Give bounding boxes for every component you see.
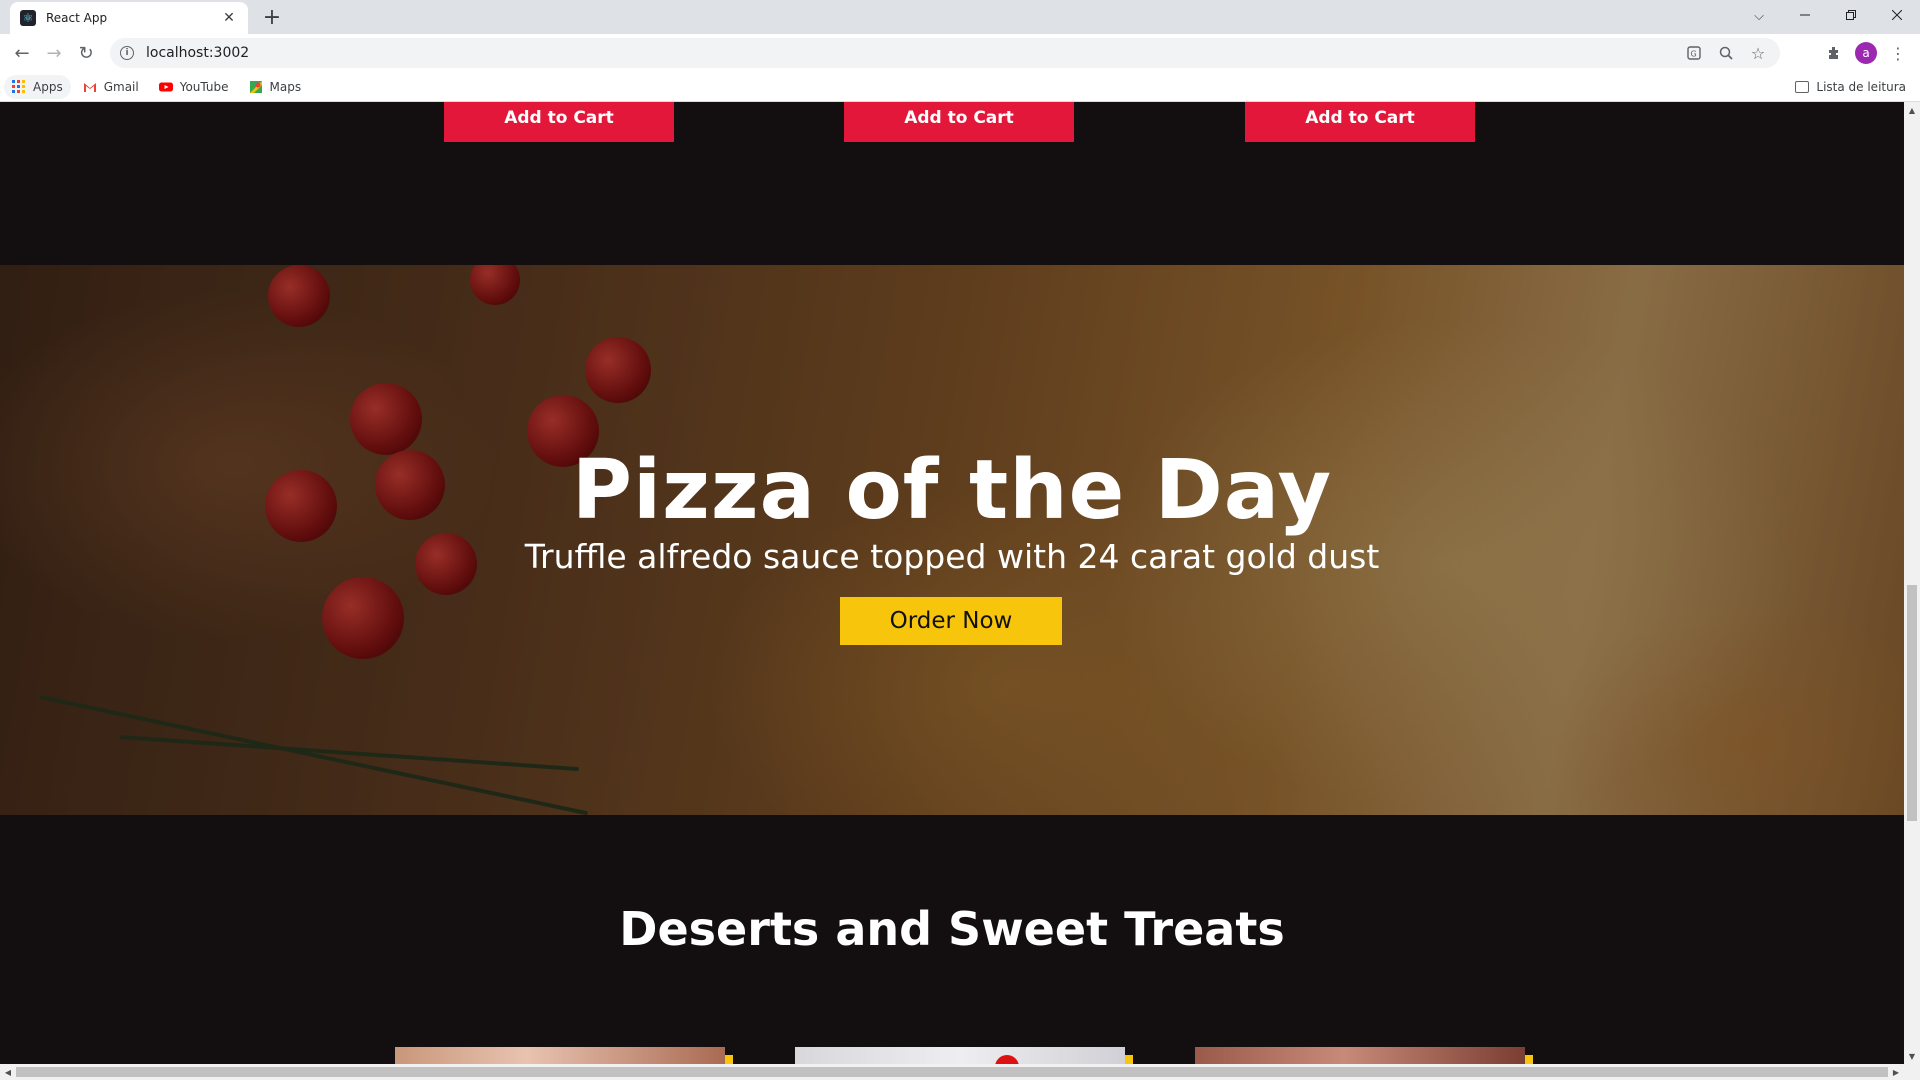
card-accent — [1525, 1055, 1533, 1064]
zoom-icon[interactable] — [1716, 43, 1736, 63]
add-to-cart-button[interactable]: Add to Cart — [1245, 102, 1475, 142]
profile-avatar[interactable]: a — [1852, 39, 1880, 67]
bookmark-youtube[interactable]: YouTube — [151, 75, 237, 99]
browser-menu-icon[interactable]: ⋮ — [1884, 39, 1912, 67]
address-bar[interactable]: i localhost:3002 G ☆ — [110, 38, 1780, 68]
order-now-button[interactable]: Order Now — [840, 597, 1062, 645]
reading-list-button[interactable]: Lista de leitura — [1795, 75, 1906, 99]
bookmark-gmail[interactable]: Gmail — [75, 75, 147, 99]
bookmark-label: YouTube — [179, 79, 229, 94]
new-tab-button[interactable]: + — [258, 4, 286, 32]
cherry-decoration — [995, 1055, 1019, 1064]
scroll-down-arrow-icon[interactable]: ▼ — [1904, 1048, 1920, 1064]
card-accent — [1125, 1055, 1133, 1064]
dessert-card-image[interactable] — [395, 1047, 725, 1064]
back-arrow-icon[interactable]: ← — [8, 39, 36, 67]
forward-arrow-icon[interactable]: → — [40, 39, 68, 67]
product-cart-row: Add to Cart Add to Cart Add to Cart — [0, 102, 1904, 142]
browser-toolbar: ← → ↻ i localhost:3002 G ☆ a ⋮ — [0, 34, 1920, 72]
horizontal-scroll-thumb[interactable] — [16, 1067, 1888, 1077]
horizontal-scrollbar[interactable]: ◀ ▶ — [0, 1064, 1920, 1080]
card-accent — [725, 1055, 733, 1064]
add-to-cart-button[interactable]: Add to Cart — [444, 102, 674, 142]
tab-strip: ⚛ React App ✕ + ⌵ — [0, 0, 1920, 34]
bookmark-label: Gmail — [103, 79, 139, 94]
maps-icon — [249, 80, 262, 93]
bookmarks-bar: Apps Gmail YouTube Maps Lista de leitura — [0, 72, 1920, 102]
reading-list-label: Lista de leitura — [1816, 80, 1906, 94]
tab-title: React App — [46, 11, 108, 25]
svg-text:G: G — [1691, 50, 1697, 59]
scroll-up-arrow-icon[interactable]: ▲ — [1904, 102, 1920, 118]
translate-icon[interactable]: G — [1684, 43, 1704, 63]
close-window-icon[interactable] — [1874, 0, 1920, 30]
hero-title: Pizza of the Day — [571, 443, 1333, 538]
reload-icon[interactable]: ↻ — [72, 39, 100, 67]
bookmark-maps[interactable]: Maps — [241, 75, 310, 99]
bookmark-apps[interactable]: Apps — [4, 74, 71, 99]
tab-search-icon[interactable]: ⌵ — [1742, 2, 1776, 30]
page-viewport: Add to Cart Add to Cart Add to Cart Pizz… — [0, 102, 1904, 1064]
bookmark-label: Maps — [269, 79, 302, 94]
vertical-scroll-thumb[interactable] — [1907, 585, 1917, 821]
browser-tab[interactable]: ⚛ React App ✕ — [10, 2, 248, 34]
hero-subtitle: Truffle alfredo sauce topped with 24 car… — [524, 537, 1380, 576]
extensions-icon[interactable] — [1820, 39, 1848, 67]
apps-grid-icon — [12, 79, 26, 94]
site-info-icon[interactable]: i — [120, 46, 134, 60]
bookmark-label: Apps — [33, 79, 63, 94]
reading-list-icon — [1795, 81, 1810, 93]
youtube-icon — [158, 82, 173, 91]
window-controls — [1782, 0, 1920, 30]
add-to-cart-button[interactable]: Add to Cart — [844, 102, 1074, 142]
section-title: Deserts and Sweet Treats — [619, 902, 1285, 956]
minimize-icon[interactable] — [1782, 0, 1828, 30]
dessert-card-image[interactable] — [795, 1047, 1125, 1064]
close-tab-icon[interactable]: ✕ — [220, 10, 238, 26]
scroll-right-arrow-icon[interactable]: ▶ — [1888, 1064, 1904, 1080]
react-logo-icon: ⚛ — [20, 10, 36, 26]
dessert-card-image[interactable] — [1195, 1047, 1525, 1064]
url-text: localhost:3002 — [146, 45, 250, 61]
avatar-initial: a — [1855, 42, 1877, 64]
gmail-icon — [83, 82, 96, 92]
vertical-scrollbar[interactable]: ▲ ▼ — [1904, 102, 1920, 1064]
bookmark-star-icon[interactable]: ☆ — [1748, 43, 1768, 63]
pizza-of-the-day-banner: Pizza of the Day Truffle alfredo sauce t… — [0, 265, 1904, 815]
scroll-left-arrow-icon[interactable]: ◀ — [0, 1064, 16, 1080]
restore-icon[interactable] — [1828, 0, 1874, 30]
